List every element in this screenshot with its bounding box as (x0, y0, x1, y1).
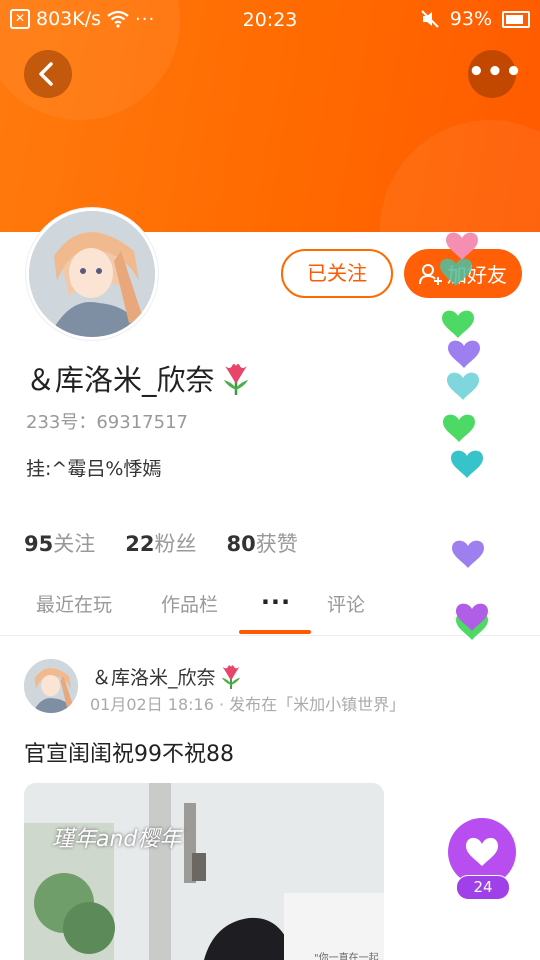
back-button[interactable] (24, 50, 72, 98)
stat-value: 95 (24, 532, 54, 556)
add-user-icon (419, 263, 442, 285)
avatar[interactable] (26, 208, 158, 340)
post-meta: 01月02日 18:16 · 发布在「米加小镇世界」 (90, 695, 406, 714)
avatar-image (29, 211, 155, 337)
battery-percent: 93% (449, 8, 492, 30)
battery-icon (502, 10, 530, 28)
add-friend-button[interactable]: 加好友 (404, 249, 522, 298)
stat-fans[interactable]: 22粉丝 (125, 528, 196, 558)
heart-icon (442, 310, 474, 338)
profile-name-text: ＆库洛米_欣奈 (26, 363, 215, 397)
back-icon (39, 62, 53, 86)
status-bar: ✕ 803K/s ··· 20:23 93% (0, 0, 540, 40)
profile-name: ＆库洛米_欣奈 (26, 357, 253, 399)
tab-posts[interactable]: ··· (240, 588, 312, 616)
banner-decoration (380, 120, 540, 232)
tulip-icon (223, 364, 248, 395)
mute-icon (421, 10, 439, 28)
tab-comments[interactable]: 评论 (327, 590, 365, 617)
stat-likes: 80获赞 (226, 528, 297, 558)
image-caption: 瑾年and樱年 (52, 827, 182, 852)
tab-active-indicator (239, 630, 311, 634)
heart-icon (447, 372, 479, 400)
followed-button[interactable]: 已关注 (281, 249, 393, 298)
tab-works[interactable]: 作品栏 (161, 590, 218, 617)
post-author-name: ＆库洛米_欣奈 (92, 666, 216, 689)
add-friend-label: 加好友 (447, 263, 507, 287)
tulip-icon (221, 665, 240, 689)
user-id: 233号：69317517 (26, 412, 188, 433)
stat-following[interactable]: 95关注 (24, 528, 95, 558)
avatar-image (24, 659, 78, 713)
stat-label: 关注 (53, 532, 96, 556)
more-button[interactable]: ••• (468, 50, 524, 98)
stat-value: 22 (125, 532, 155, 556)
post-image-photo (24, 783, 384, 960)
profile-tabs: 最近在玩 作品栏 ··· 评论 (0, 582, 540, 634)
signature: 挂:^霉吕%悸嫣 (26, 458, 162, 480)
post-author-avatar[interactable] (24, 659, 78, 713)
stat-label: 粉丝 (154, 532, 197, 556)
post-text: 官宣闺闺祝99不祝88 (24, 742, 234, 767)
heart-icon (448, 340, 480, 368)
stat-label: 获赞 (255, 532, 298, 556)
more-icon: ••• (468, 57, 524, 87)
stat-value: 80 (226, 532, 256, 556)
post-image[interactable]: 瑾年and樱年 "你一直在一起 (24, 783, 384, 960)
divider (0, 635, 540, 636)
post-author[interactable]: ＆库洛米_欣奈 (92, 662, 244, 690)
heart-icon (451, 450, 483, 478)
heart-icon (443, 414, 475, 442)
tab-recent[interactable]: 最近在玩 (36, 590, 112, 617)
image-subcaption: "你一直在一起 (314, 953, 379, 960)
heart-icon (452, 540, 484, 568)
profile-stats: 95关注 22粉丝 80获赞 (24, 528, 298, 558)
like-count: 24 (456, 875, 510, 900)
